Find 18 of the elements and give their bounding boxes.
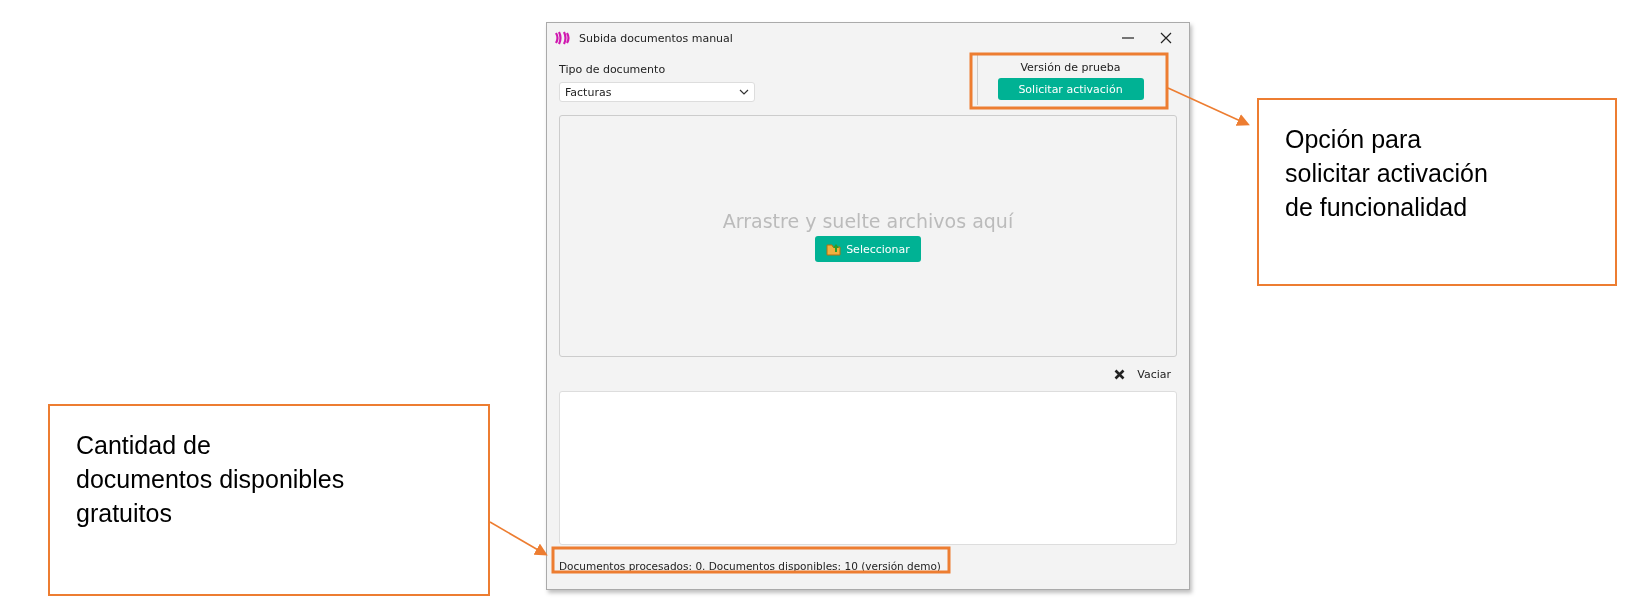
drop-placeholder: Arrastre y suelte archivos aquí xyxy=(722,210,1014,232)
minimize-icon xyxy=(1122,37,1134,39)
drop-zone[interactable]: Arrastre y suelte archivos aquí Seleccionar xyxy=(559,115,1177,357)
field-label: Tipo de documento xyxy=(559,63,667,76)
window-title: Subida documentos manual xyxy=(579,31,734,45)
close-icon xyxy=(1114,368,1126,380)
document-type-dropdown[interactable]: Facturas xyxy=(559,82,755,102)
app-logo-icon xyxy=(555,31,571,45)
close-icon xyxy=(1160,32,1172,44)
request-activation-button[interactable]: Solicitar activación xyxy=(997,78,1144,100)
callout-text: Cantidad de documentos disponibles gratuitos xyxy=(76,430,346,529)
status-text: Documentos procesados: 0. Documentos disponibles: 10 (versión demo) xyxy=(559,559,941,573)
trial-label: Versión de prueba xyxy=(1020,61,1121,74)
folder-upload-icon xyxy=(826,242,843,256)
clear-button[interactable]: Vaciar xyxy=(1108,366,1177,382)
chevron-down-icon xyxy=(739,89,749,95)
callout-text: Opción para solicitar activación de funcionalidad xyxy=(1285,124,1489,223)
select-button[interactable]: Seleccionar xyxy=(815,236,921,262)
